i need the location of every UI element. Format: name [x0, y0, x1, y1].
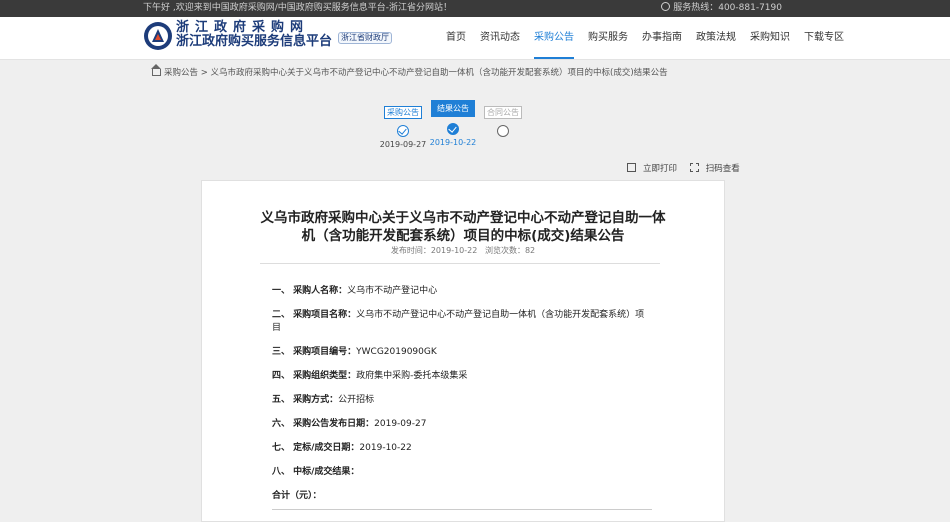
nav-knowledge[interactable]: 采购知识: [750, 17, 790, 59]
breadcrumb-separator: >: [200, 68, 208, 78]
field-notice-date: 六、 采购公告发布日期：2019-09-27: [272, 418, 652, 431]
breadcrumb-current: 义乌市政府采购中心关于义乌市不动产登记中心不动产登记自助一体机（含功能开发配套系…: [210, 68, 668, 78]
field-value: 2019-10-22: [359, 443, 412, 453]
print-button[interactable]: 立即打印: [622, 163, 678, 174]
nav-procurement-notice[interactable]: 采购公告: [534, 17, 574, 59]
field-result: 八、 中标/成交结果：: [272, 466, 652, 479]
home-icon: [151, 64, 161, 76]
view-count: 82: [524, 246, 536, 255]
nav-news[interactable]: 资讯动态: [480, 17, 520, 59]
service-hotline: 服务热线：400-881-7190: [661, 0, 782, 17]
field-key: 一、 采购人名称：: [272, 286, 348, 296]
site-title-line1: 浙江政府采购网: [176, 20, 310, 35]
breadcrumb: 采购公告 > 义乌市政府采购中心关于义乌市不动产登记中心不动产登记自助一体机（含…: [151, 64, 668, 78]
field-key: 三、 采购项目编号：: [272, 347, 357, 357]
nav-purchase-service[interactable]: 购买服务: [588, 17, 628, 59]
field-value: 2019-09-27: [374, 419, 427, 429]
field-key: 四、 采购组织类型：: [272, 371, 357, 381]
top-bar: 下午好 ,欢迎来到中国政府采购网/中国政府购买服务信息平台-浙江省分网站！ 服务…: [0, 0, 950, 17]
step-label: 结果公告: [431, 100, 475, 117]
scan-button[interactable]: 扫码查看: [685, 163, 740, 174]
site-logo-icon[interactable]: [143, 21, 173, 51]
title-divider: [260, 263, 660, 264]
breadcrumb-root[interactable]: 采购公告: [164, 68, 198, 78]
qr-code-icon: [689, 163, 699, 172]
document-title: 义乌市政府采购中心关于义乌市不动产登记中心不动产登记自助一体机（含功能开发配套系…: [260, 210, 666, 244]
welcome-text: 下午好 ,欢迎来到中国政府采购网/中国政府购买服务信息平台-浙江省分网站！: [143, 3, 453, 13]
region-badge[interactable]: 浙江省财政厅: [338, 32, 392, 44]
page-tools: 立即打印 扫码查看: [617, 162, 740, 174]
nav-guide[interactable]: 办事指南: [642, 17, 682, 59]
field-key: 八、 中标/成交结果：: [272, 467, 360, 477]
step-label: 采购公告: [384, 106, 422, 119]
field-key: 二、 采购项目名称：: [272, 310, 357, 320]
site-title-line2: 浙江政府购买服务信息平台: [176, 34, 333, 49]
field-purchaser: 一、 采购人名称：义乌市不动产登记中心: [272, 285, 652, 298]
field-award-date: 七、 定标/成交日期：2019-10-22: [272, 442, 652, 455]
publish-date: 2019-10-22: [430, 246, 478, 255]
printer-icon: [627, 163, 636, 172]
field-value: 义乌市不动产登记中心: [347, 286, 438, 296]
scan-label: 扫码查看: [705, 164, 740, 174]
site-header: 浙江政府采购网 浙江政府购买服务信息平台 浙江省财政厅 首页 资讯动态 采购公告…: [0, 17, 950, 60]
publish-label: 发布时间：: [390, 246, 431, 255]
field-project-number: 三、 采购项目编号：YWCG2019090GK: [272, 346, 652, 359]
main-nav: 首页 资讯动态 采购公告 购买服务 办事指南 政策法规 采购知识 下载专区: [446, 17, 858, 59]
field-value: 政府集中采购-委托本级集采: [356, 371, 468, 381]
field-organization-type: 四、 采购组织类型：政府集中采购-委托本级集采: [272, 370, 652, 383]
phone-icon: [661, 2, 671, 11]
site-title[interactable]: 浙江政府采购网 浙江政府购买服务信息平台: [176, 21, 332, 49]
step-label: 合同公告: [484, 106, 522, 119]
notice-progress-steps: 采购公告 2019-09-27 结果公告 2019-10-22 合同公告: [380, 96, 522, 149]
check-circle-icon: [397, 125, 409, 137]
notice-document: 义乌市政府采购中心关于义乌市不动产登记中心不动产登记自助一体机（含功能开发配套系…: [201, 180, 725, 522]
hotline-text: 服务热线：400-881-7190: [673, 3, 782, 13]
field-key: 六、 采购公告发布日期：: [272, 419, 375, 429]
table-top-divider: [272, 509, 652, 510]
notice-fields: 一、 采购人名称：义乌市不动产登记中心 二、 采购项目名称：义乌市不动产登记中心…: [272, 285, 652, 514]
nav-policy[interactable]: 政策法规: [696, 17, 736, 59]
check-circle-icon: [447, 123, 459, 135]
field-method: 五、 采购方式：公开招标: [272, 394, 652, 407]
document-meta: 发布时间：2019-10-22 浏览次数：82: [260, 245, 666, 256]
field-value: YWCG2019090GK: [356, 347, 437, 357]
field-total: 合计（元）：: [272, 490, 652, 503]
field-value: 公开招标: [338, 395, 375, 405]
field-project-name: 二、 采购项目名称：义乌市不动产登记中心不动产登记自助一体机（含功能开发配套系统…: [272, 309, 652, 335]
nav-home[interactable]: 首页: [446, 17, 466, 59]
field-key: 合计（元）：: [272, 491, 322, 501]
views-label: 浏览次数：: [484, 246, 525, 255]
nav-download[interactable]: 下载专区: [804, 17, 844, 59]
field-key: 五、 采购方式：: [272, 395, 339, 405]
step-contract-notice[interactable]: 合同公告: [473, 100, 533, 140]
empty-circle-icon: [497, 125, 509, 137]
print-label: 立即打印: [643, 164, 678, 174]
field-key: 七、 定标/成交日期：: [272, 443, 360, 453]
